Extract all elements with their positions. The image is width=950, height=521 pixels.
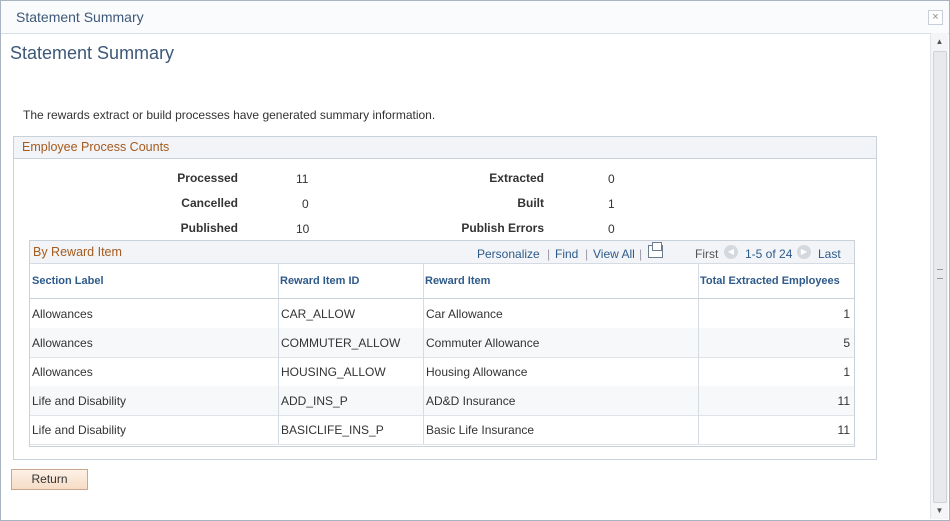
scroll-thumb[interactable] xyxy=(933,51,947,503)
scroll-up-icon[interactable]: ▲ xyxy=(931,33,948,50)
processed-value: 11 xyxy=(296,172,309,186)
table-row: Allowances CAR_ALLOW Car Allowance 1 xyxy=(30,299,854,329)
row-range: 1-5 of 24 xyxy=(745,247,793,261)
title-bar: Statement Summary × xyxy=(1,1,949,34)
reward-item-grid: By Reward Item Personalize | Find | View… xyxy=(29,240,855,447)
table-row: Allowances HOUSING_ALLOW Housing Allowance… xyxy=(30,357,854,387)
cell-reward-item-id: HOUSING_ALLOW xyxy=(281,365,386,379)
cell-total-extracted: 11 xyxy=(837,423,850,437)
publish-errors-label: Publish Errors xyxy=(461,221,544,235)
column-reward-item-id[interactable]: Reward Item ID xyxy=(280,275,359,287)
find-link[interactable]: Find xyxy=(555,247,578,261)
cell-reward-item-id: COMMUTER_ALLOW xyxy=(281,336,401,350)
nav-separator: | xyxy=(639,247,643,261)
cancelled-label: Cancelled xyxy=(181,196,238,210)
table-row: Life and Disability BASICLIFE_INS_P Basic … xyxy=(30,415,854,445)
column-divider xyxy=(278,264,279,444)
column-header-row: Section Label Reward Item ID Reward Item… xyxy=(30,264,854,299)
scroll-down-icon[interactable]: ▼ xyxy=(931,502,948,519)
cell-section-label: Allowances xyxy=(32,336,93,350)
arrow-left-icon: ◀ xyxy=(724,245,738,259)
column-section-label[interactable]: Section Label xyxy=(32,275,104,287)
window-title: Statement Summary xyxy=(16,9,144,25)
built-value: 1 xyxy=(608,197,615,211)
return-button[interactable]: Return xyxy=(11,469,88,490)
cell-section-label: Allowances xyxy=(32,365,93,379)
grip-icon xyxy=(937,269,943,279)
cell-reward-item-id: CAR_ALLOW xyxy=(281,307,356,321)
nav-separator: | xyxy=(585,247,589,261)
column-divider xyxy=(698,264,699,444)
group-header: Employee Process Counts xyxy=(14,137,876,159)
close-icon: × xyxy=(932,11,939,23)
first-label: First xyxy=(695,247,719,261)
cell-reward-item: Car Allowance xyxy=(426,307,503,321)
cell-total-extracted: 1 xyxy=(843,307,850,321)
cell-reward-item-id: ADD_INS_P xyxy=(281,394,348,408)
column-total-extracted[interactable]: Total Extracted Employees xyxy=(700,275,840,287)
close-button[interactable]: × xyxy=(928,10,943,25)
column-divider xyxy=(423,264,424,444)
nav-separator: | xyxy=(547,247,551,261)
cell-reward-item-id: BASICLIFE_INS_P xyxy=(281,423,384,437)
cell-section-label: Life and Disability xyxy=(32,423,127,437)
download-icon[interactable] xyxy=(648,242,663,258)
group-title: Employee Process Counts xyxy=(22,140,170,154)
publish-errors-value: 0 xyxy=(608,222,615,236)
last-link[interactable]: Last xyxy=(818,247,841,261)
column-reward-item[interactable]: Reward Item xyxy=(425,275,490,287)
cell-section-label: Allowances xyxy=(32,307,93,321)
view-all-link[interactable]: View All xyxy=(593,247,635,261)
grid-title: By Reward Item xyxy=(33,245,122,259)
cell-total-extracted: 5 xyxy=(843,336,850,350)
cancelled-value: 0 xyxy=(302,197,309,211)
vertical-scrollbar[interactable]: ▲ ▼ xyxy=(930,33,948,519)
grid-header: By Reward Item Personalize | Find | View… xyxy=(30,241,854,264)
cell-section-label: Life and Disability xyxy=(32,394,127,408)
published-value: 10 xyxy=(296,222,310,236)
extracted-value: 0 xyxy=(608,172,615,186)
arrow-right-icon: ▶ xyxy=(797,245,811,259)
employee-process-counts-group: Employee Process Counts Processed 11 Ext… xyxy=(13,136,877,460)
cell-reward-item: Commuter Allowance xyxy=(426,336,540,350)
built-label: Built xyxy=(517,196,544,210)
cell-reward-item: Basic Life Insurance xyxy=(426,423,535,437)
cell-total-extracted: 1 xyxy=(843,365,850,379)
published-label: Published xyxy=(180,221,238,235)
table-row: Allowances COMMUTER_ALLOW Commuter Allowan… xyxy=(30,328,854,358)
cell-reward-item: Housing Allowance xyxy=(426,365,528,379)
table-row: Life and Disability ADD_INS_P AD&D Insuran… xyxy=(30,386,854,416)
extracted-label: Extracted xyxy=(489,171,544,185)
personalize-link[interactable]: Personalize xyxy=(477,247,540,261)
intro-text: The rewards extract or build processes h… xyxy=(23,108,436,122)
modal-window: Statement Summary × Statement Summary Th… xyxy=(0,0,950,521)
page-title: Statement Summary xyxy=(10,43,175,63)
cell-total-extracted: 11 xyxy=(837,394,850,408)
cell-reward-item: AD&D Insurance xyxy=(426,394,516,408)
processed-label: Processed xyxy=(177,171,238,185)
